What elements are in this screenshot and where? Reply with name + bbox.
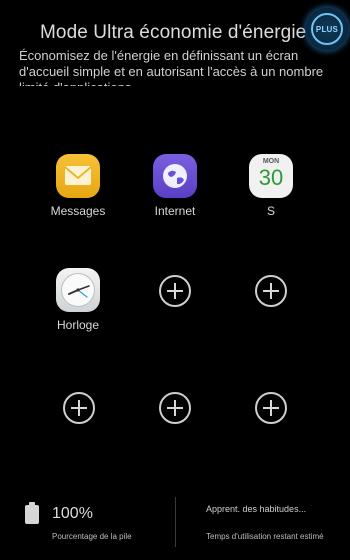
add-app-slot[interactable] [231,275,311,307]
usage-status: Apprent. des habitudes... [206,504,307,514]
app-label: Horloge [56,318,100,332]
add-app-slot[interactable] [135,275,215,307]
battery-percentage: 100% [52,505,93,522]
add-app-slot[interactable] [39,392,119,424]
messages-icon [56,154,100,198]
app-internet[interactable]: Internet [135,154,215,218]
app-calendar[interactable]: MON 30 S [231,154,311,218]
add-app-slot[interactable] [231,392,311,424]
add-circle-icon [255,392,287,424]
calendar-icon: MON 30 [249,154,293,198]
app-messages[interactable]: Messages [38,154,118,218]
app-label: Internet [154,204,196,218]
internet-globe-icon [153,154,197,198]
add-app-slot[interactable] [135,392,215,424]
page-description: Économisez de l'énergie en définissant u… [19,48,324,86]
calendar-month: MON [262,158,280,165]
battery-icon [25,502,39,524]
add-circle-icon [63,392,95,424]
page-title: Mode Ultra économie d'énergie [40,22,307,43]
header: Mode Ultra économie d'énergie Économisez… [0,0,350,86]
clock-icon [56,268,100,312]
plus-button[interactable]: PLUS [306,8,348,50]
plus-label: PLUS [311,13,343,45]
app-clock[interactable]: Horloge [38,268,118,332]
app-label: S [266,204,275,218]
app-label: Messages [50,204,106,218]
battery-caption: Pourcentage de la pile [52,532,132,541]
add-circle-icon [255,275,287,307]
add-circle-icon [159,392,191,424]
usage-caption: Temps d'utilisation restant estimé [206,532,324,541]
calendar-day: 30 [258,165,284,190]
add-circle-icon [159,275,191,307]
footer-divider [175,497,176,547]
